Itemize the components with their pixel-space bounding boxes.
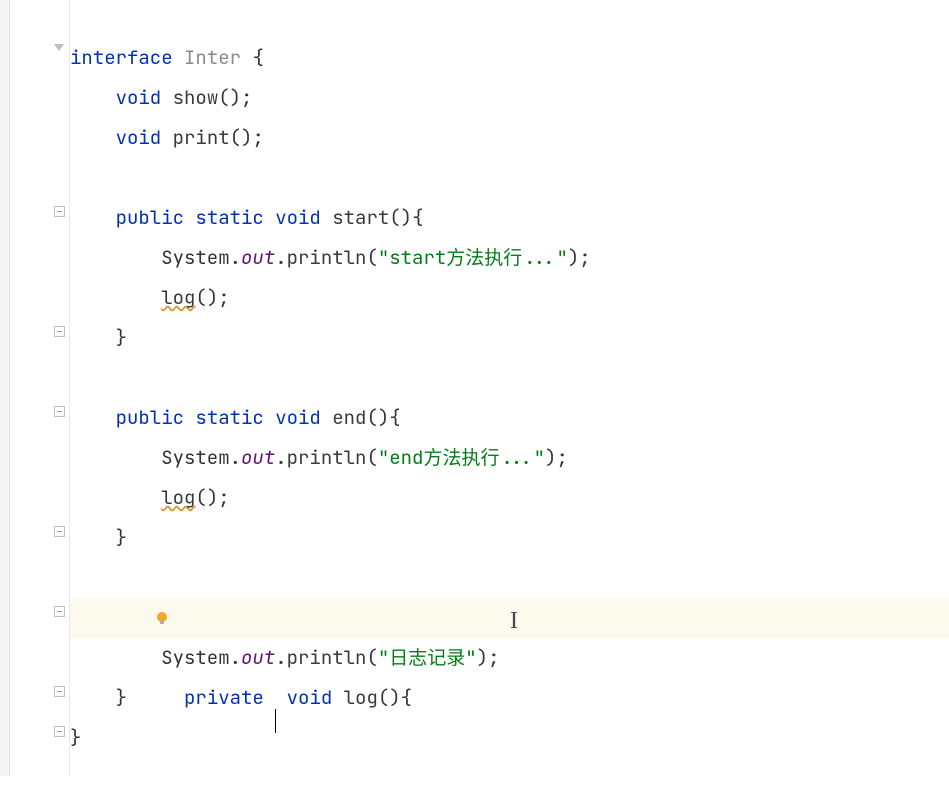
method-end: end: [332, 405, 366, 430]
method-show: show: [173, 85, 219, 110]
code-line[interactable]: log();: [70, 278, 949, 318]
gutter-stripe: [0, 0, 10, 776]
code-line[interactable]: void print();: [70, 118, 949, 158]
call-log: log: [161, 485, 195, 510]
code-line[interactable]: }: [70, 718, 949, 758]
string-literal: "日志记录": [378, 645, 477, 670]
gutter: [0, 0, 70, 776]
code-line[interactable]: [70, 0, 949, 38]
code-line[interactable]: [70, 158, 949, 198]
code-line[interactable]: public static void end(){: [70, 398, 949, 438]
method-start: start: [332, 205, 389, 230]
field-out: out: [241, 445, 275, 470]
keyword-interface: interface: [70, 45, 173, 70]
fold-icon[interactable]: [54, 726, 68, 740]
code-line[interactable]: [70, 358, 949, 398]
string-literal: "start方法执行...": [378, 245, 568, 270]
code-line[interactable]: log();: [70, 478, 949, 518]
bulb-icon[interactable]: [154, 610, 170, 626]
code-line[interactable]: }: [70, 678, 949, 718]
class-name: Inter: [184, 45, 241, 70]
code-editor[interactable]: interface Inter { void show(); void prin…: [0, 0, 949, 776]
fold-icon[interactable]: [54, 406, 68, 420]
code-area[interactable]: interface Inter { void show(); void prin…: [70, 0, 949, 776]
call-log: log: [161, 285, 195, 310]
mouse-ibeam-cursor: I: [510, 601, 518, 641]
code-line[interactable]: }: [70, 318, 949, 358]
string-literal: "end方法执行...": [378, 445, 545, 470]
code-line[interactable]: void show();: [70, 78, 949, 118]
field-out: out: [241, 245, 275, 270]
fold-icon[interactable]: [54, 606, 68, 620]
code-line[interactable]: System.out.println("日志记录");: [70, 638, 949, 678]
field-out: out: [241, 645, 275, 670]
code-line[interactable]: }: [70, 518, 949, 558]
fold-icon[interactable]: [54, 686, 68, 700]
code-line[interactable]: interface Inter {: [70, 38, 949, 78]
method-print: print: [173, 125, 230, 150]
fold-icon[interactable]: [54, 44, 68, 58]
code-line[interactable]: public static void start(){: [70, 198, 949, 238]
fold-icon[interactable]: [54, 526, 68, 540]
fold-icon[interactable]: [54, 206, 68, 220]
code-line[interactable]: System.out.println("end方法执行...");: [70, 438, 949, 478]
fold-icon[interactable]: [54, 326, 68, 340]
code-line-active[interactable]: private void log(){ I: [70, 598, 949, 638]
code-line[interactable]: System.out.println("start方法执行...");: [70, 238, 949, 278]
code-line[interactable]: [70, 558, 949, 598]
